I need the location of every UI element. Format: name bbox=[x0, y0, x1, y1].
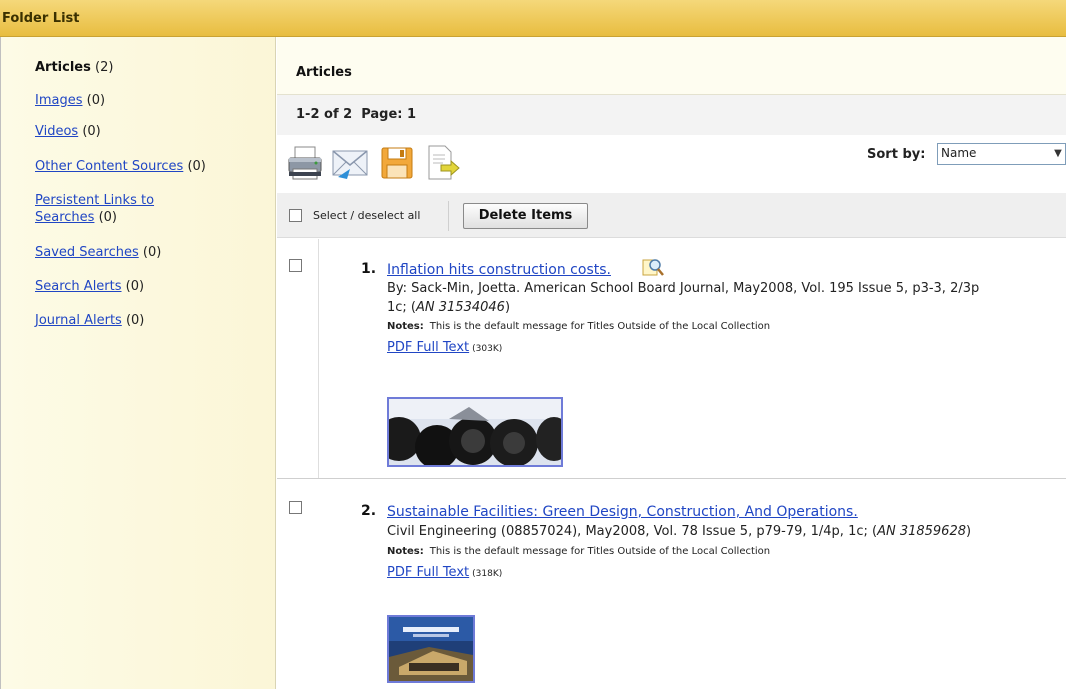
notes-label: Notes: bbox=[387, 321, 424, 332]
preview-icon[interactable] bbox=[642, 257, 664, 277]
result-number: 1. bbox=[361, 261, 377, 277]
pagination-text: 1-2 of 2 Page: 1 bbox=[296, 107, 417, 122]
sidebar-item-count: (0) bbox=[98, 210, 117, 225]
result-number: 2. bbox=[361, 503, 377, 519]
book-cover-image bbox=[389, 617, 473, 681]
result-thumbnail[interactable] bbox=[387, 397, 563, 467]
pdf-full-text-link[interactable]: PDF Full Text bbox=[387, 340, 469, 355]
sidebar-item-articles[interactable]: Articles (2) bbox=[35, 59, 113, 76]
divider bbox=[277, 478, 1066, 479]
pagination-bar: 1-2 of 2 Page: 1 bbox=[277, 95, 1066, 135]
sidebar-link-other-content-sources[interactable]: Other Content Sources bbox=[35, 159, 183, 174]
pdf-full-text: PDF Full Text (303K) bbox=[387, 340, 502, 355]
accession-number: AN 31534046 bbox=[416, 300, 505, 315]
save-icon[interactable] bbox=[377, 143, 417, 183]
result-citation: Civil Engineering (08857024), May2008, V… bbox=[387, 524, 971, 539]
citation-text: Civil Engineering (08857024), May2008, V… bbox=[387, 524, 878, 539]
export-icon[interactable] bbox=[421, 143, 461, 183]
citation-text: ) bbox=[504, 300, 511, 315]
sidebar-item-persistent-links[interactable]: Persistent Links to Searches (0) bbox=[35, 192, 154, 226]
pdf-full-text: PDF Full Text (318K) bbox=[387, 565, 502, 580]
toolbar: Sort by: Name ▼ bbox=[277, 135, 1066, 193]
sidebar-item-count: (0) bbox=[86, 93, 106, 108]
result-checkbox[interactable] bbox=[289, 259, 302, 272]
sidebar-item-images[interactable]: Images (0) bbox=[35, 92, 105, 109]
results-list: 1. Inflation hits construction costs. By… bbox=[277, 239, 1066, 689]
email-icon[interactable] bbox=[330, 143, 370, 183]
result-citation: By: Sack-Min, Joetta. American School Bo… bbox=[387, 281, 980, 296]
sort-by-value: Name bbox=[941, 146, 977, 160]
section-title: Articles bbox=[296, 65, 352, 80]
citation-text: 1c; ( bbox=[387, 300, 417, 315]
section-header: Articles bbox=[277, 37, 1066, 95]
citation-text: ) bbox=[966, 524, 972, 539]
pdf-full-text-link[interactable]: PDF Full Text bbox=[387, 565, 469, 580]
pipes-image bbox=[389, 399, 561, 465]
pdf-size: (303K) bbox=[472, 344, 503, 354]
sidebar-item-count: (0) bbox=[125, 279, 145, 294]
notes-text: This is the default message for Titles O… bbox=[429, 546, 771, 557]
result-notes: Notes: This is the default message for Ti… bbox=[387, 546, 770, 557]
sidebar-item-count: (0) bbox=[187, 159, 206, 174]
divider bbox=[318, 239, 319, 478]
result-thumbnail[interactable] bbox=[387, 615, 475, 683]
sidebar-item-other-content-sources[interactable]: Other Content Sources (0) bbox=[35, 158, 206, 175]
sidebar-link-persistent-links-line1[interactable]: Persistent Links to bbox=[35, 193, 154, 208]
sidebar-item-count: (2) bbox=[95, 60, 114, 75]
folder-sidebar: Articles (2) Images (0) Videos (0) Other… bbox=[0, 37, 276, 689]
result-title-link[interactable]: Sustainable Facilities: Green Design, Co… bbox=[387, 504, 858, 520]
sidebar-link-saved-searches[interactable]: Saved Searches bbox=[35, 245, 139, 260]
sidebar-item-videos[interactable]: Videos (0) bbox=[35, 123, 101, 140]
notes-text: This is the default message for Titles O… bbox=[429, 321, 771, 332]
sidebar-item-count: (0) bbox=[142, 245, 162, 260]
sidebar-item-count: (0) bbox=[82, 124, 101, 139]
sidebar-item-label: Articles bbox=[35, 60, 91, 75]
accession-number: AN 31859628 bbox=[877, 524, 966, 539]
sidebar-link-journal-alerts[interactable]: Journal Alerts bbox=[35, 313, 122, 328]
sidebar-item-count: (0) bbox=[125, 313, 145, 328]
sidebar-link-search-alerts[interactable]: Search Alerts bbox=[35, 279, 122, 294]
select-all-checkbox[interactable] bbox=[289, 209, 302, 222]
divider bbox=[448, 201, 449, 231]
selection-bar: Select / deselect all Delete Items bbox=[277, 193, 1066, 238]
sort-by-select[interactable]: Name ▼ bbox=[937, 143, 1066, 165]
pdf-size: (318K) bbox=[472, 569, 503, 579]
delete-items-button[interactable]: Delete Items bbox=[463, 203, 588, 229]
result-checkbox[interactable] bbox=[289, 501, 302, 514]
chevron-down-icon[interactable]: ▼ bbox=[1051, 144, 1065, 164]
sidebar-link-persistent-links-line2[interactable]: Searches bbox=[35, 210, 94, 225]
sidebar-item-saved-searches[interactable]: Saved Searches (0) bbox=[35, 244, 161, 261]
select-all-label[interactable]: Select / deselect all bbox=[313, 209, 420, 222]
sidebar-item-search-alerts[interactable]: Search Alerts (0) bbox=[35, 278, 144, 295]
sidebar-item-journal-alerts[interactable]: Journal Alerts (0) bbox=[35, 312, 144, 329]
print-icon[interactable] bbox=[285, 143, 325, 183]
sidebar-link-videos[interactable]: Videos bbox=[35, 124, 78, 139]
sidebar-link-images[interactable]: Images bbox=[35, 93, 83, 108]
result-notes: Notes: This is the default message for Ti… bbox=[387, 321, 770, 332]
sort-by-label: Sort by: bbox=[867, 147, 926, 162]
main-panel: Articles 1-2 of 2 Page: 1 Sort by: Name … bbox=[277, 37, 1066, 689]
window-title: Folder List bbox=[2, 11, 80, 26]
result-citation-line2: 1c; (AN 31534046) bbox=[387, 300, 510, 315]
notes-label: Notes: bbox=[387, 546, 424, 557]
result-title-link[interactable]: Inflation hits construction costs. bbox=[387, 262, 611, 278]
folder-list-title-bar: Folder List bbox=[0, 0, 1066, 37]
